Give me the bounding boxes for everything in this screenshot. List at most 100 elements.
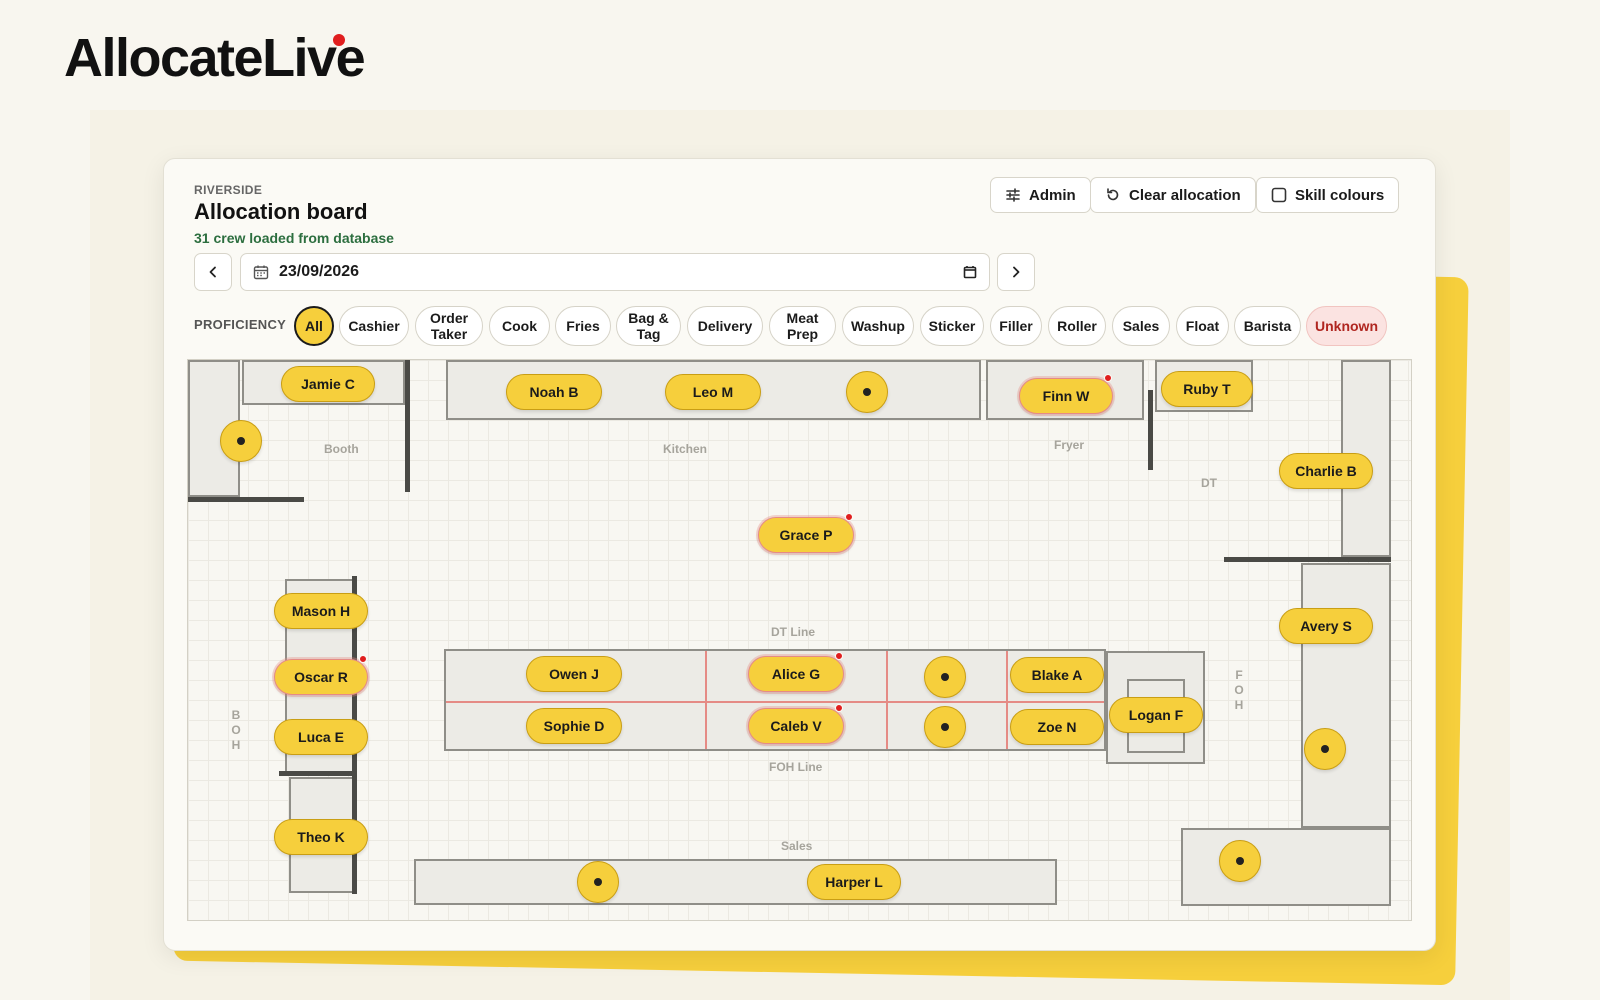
alert-dot-icon — [835, 652, 843, 660]
crew-name: Leo M — [692, 384, 734, 400]
crew-chip-zoe[interactable]: Zoe N — [1010, 709, 1104, 745]
clear-allocation-button[interactable]: Clear allocation — [1090, 177, 1256, 213]
prev-date-button[interactable] — [194, 253, 232, 291]
crew-name: Charlie B — [1295, 463, 1357, 479]
crew-name: Harper L — [825, 874, 883, 890]
crew-status: 31 crew loaded from database — [194, 230, 394, 246]
admin-button[interactable]: Admin — [990, 177, 1091, 213]
empty-slot-foh[interactable] — [1304, 728, 1346, 770]
next-date-button[interactable] — [997, 253, 1035, 291]
crew-chip-jamie[interactable]: Jamie C — [281, 366, 375, 402]
filter-unknown[interactable]: Unknown — [1306, 306, 1387, 346]
crew-name: Mason H — [291, 603, 351, 619]
filter-barista[interactable]: Barista — [1234, 306, 1301, 346]
empty-slot-foh-line[interactable] — [924, 706, 966, 748]
zone-label-foh-line: FOH Line — [769, 760, 823, 774]
zone-label-sales: Sales — [781, 839, 813, 853]
crew-chip-leo[interactable]: Leo M — [665, 374, 761, 410]
filter-washup[interactable]: Washup — [842, 306, 914, 346]
crew-chip-caleb[interactable]: Caleb V — [748, 704, 844, 744]
zone-label-dt: DT — [1201, 476, 1217, 490]
empty-slot-sales[interactable] — [577, 861, 619, 903]
crew-chip-oscar[interactable]: Oscar R — [274, 655, 368, 695]
crew-name: Blake A — [1031, 667, 1083, 683]
crew-chip-mason[interactable]: Mason H — [274, 593, 368, 629]
page-title: Allocation board — [194, 199, 368, 224]
refresh-icon — [1107, 188, 1119, 201]
crew-chip-ruby[interactable]: Ruby T — [1161, 371, 1253, 407]
crew-chip-blake[interactable]: Blake A — [1010, 657, 1104, 693]
date-value: 23/09/2026 — [279, 263, 360, 280]
proficiency-label: PROFICIENCY — [194, 317, 287, 332]
line-divider — [886, 651, 888, 749]
store-name: RIVERSIDE — [194, 183, 263, 197]
wall — [1148, 390, 1153, 470]
crew-chip-luca[interactable]: Luca E — [274, 719, 368, 755]
crew-name: Noah B — [529, 384, 579, 400]
empty-slot-kitchen[interactable] — [846, 371, 888, 413]
sales-zone — [414, 859, 1057, 905]
crew-chip-alice[interactable]: Alice G — [748, 652, 844, 692]
filter-sales[interactable]: Sales — [1112, 306, 1170, 346]
filter-float[interactable]: Float — [1176, 306, 1229, 346]
line-divider — [705, 651, 707, 749]
date-input[interactable]: 23/09/2026 — [240, 253, 990, 291]
crew-name: Sophie D — [543, 718, 605, 734]
filter-sticker[interactable]: Sticker — [920, 306, 984, 346]
foh-corner-zone — [1181, 828, 1391, 906]
logo-dot-icon — [333, 34, 345, 46]
filter-roller[interactable]: Roller — [1048, 306, 1106, 346]
skill-colours-label: Skill colours — [1295, 186, 1385, 204]
filter-filler[interactable]: Filler — [990, 306, 1042, 346]
crew-name: Luca E — [298, 729, 344, 745]
crew-name: Alice G — [771, 666, 821, 682]
crew-chip-logan[interactable]: Logan F — [1109, 697, 1203, 733]
alert-dot-icon — [1104, 374, 1112, 382]
crew-chip-sophie[interactable]: Sophie D — [526, 708, 622, 744]
chevron-left-icon — [209, 266, 216, 278]
crew-chip-grace[interactable]: Grace P — [758, 513, 854, 553]
clear-allocation-label: Clear allocation — [1129, 186, 1241, 204]
chevron-right-icon — [1013, 266, 1020, 278]
crew-name: Grace P — [779, 527, 833, 543]
crew-chip-avery[interactable]: Avery S — [1279, 608, 1373, 644]
app-logo: AllocateLive — [64, 28, 366, 88]
filter-order-taker[interactable]: Order Taker — [415, 306, 483, 346]
filter-delivery[interactable]: Delivery — [687, 306, 763, 346]
admin-label: Admin — [1029, 186, 1076, 204]
zone-label-dt-line: DT Line — [771, 625, 815, 639]
line-divider — [1006, 651, 1008, 749]
empty-slot-dt-line[interactable] — [924, 656, 966, 698]
calendar-picker-icon[interactable] — [963, 265, 977, 279]
crew-chip-noah[interactable]: Noah B — [506, 374, 602, 410]
crew-chip-harper[interactable]: Harper L — [807, 864, 901, 900]
zone-label-kitchen: Kitchen — [663, 442, 708, 456]
alert-dot-icon — [359, 655, 367, 663]
empty-slot-foh-corner[interactable] — [1219, 840, 1261, 882]
wall — [188, 497, 304, 502]
crew-name: Oscar R — [294, 669, 348, 685]
wall — [279, 771, 355, 776]
crew-chip-owen[interactable]: Owen J — [526, 656, 622, 692]
empty-slot-booth[interactable] — [220, 420, 262, 462]
crew-name: Jamie C — [301, 376, 355, 392]
filter-bag-and-tag[interactable]: Bag & Tag — [616, 306, 681, 346]
zone-label-boh: BOH — [231, 708, 241, 752]
crew-chip-theo[interactable]: Theo K — [274, 819, 368, 855]
foh-counter-zone — [1301, 563, 1391, 828]
calendar-icon — [253, 265, 269, 280]
checkbox-icon[interactable] — [1271, 187, 1287, 203]
wall — [405, 360, 410, 492]
crew-chip-finn[interactable]: Finn W — [1019, 374, 1113, 414]
floor-plan: Booth Kitchen Fryer DT DT Line FOH Line … — [187, 359, 1412, 921]
filter-fries[interactable]: Fries — [555, 306, 611, 346]
crew-name: Logan F — [1128, 707, 1184, 723]
filter-cashier[interactable]: Cashier — [339, 306, 409, 346]
filter-all[interactable]: All — [294, 306, 334, 346]
sliders-icon — [1006, 188, 1020, 202]
crew-chip-charlie[interactable]: Charlie B — [1279, 453, 1373, 489]
filter-meat-prep[interactable]: Meat Prep — [769, 306, 836, 346]
filter-cook[interactable]: Cook — [489, 306, 550, 346]
crew-name: Zoe N — [1037, 719, 1077, 735]
skill-colours-toggle[interactable]: Skill colours — [1256, 177, 1400, 213]
